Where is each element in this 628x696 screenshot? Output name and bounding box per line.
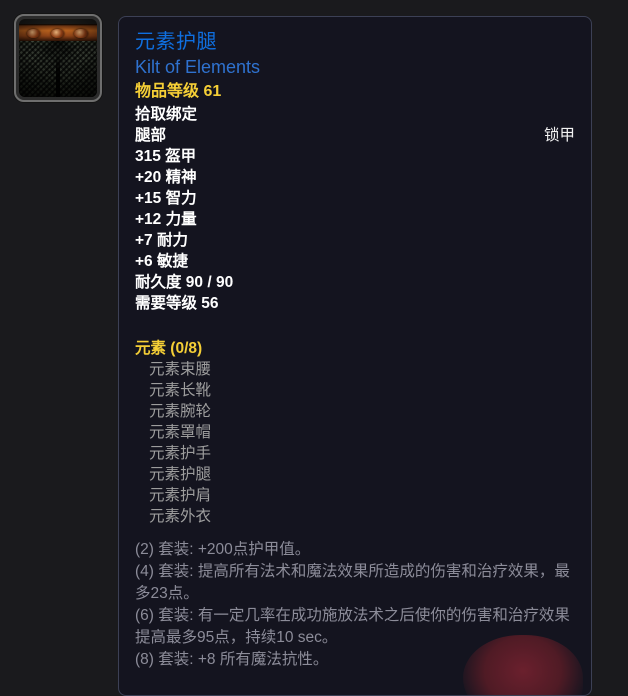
set-piece-item: 元素护腿 <box>149 466 212 483</box>
stat-agility: +6 敏捷 <box>135 253 188 270</box>
set-bonus-6pc: (6) 套装: 有一定几率在成功施放法术之后使你的伤害和治疗效果提高最多95点，… <box>135 607 570 646</box>
set-bonus-8pc: (8) 套装: +8 所有魔法抗性。 <box>135 651 329 668</box>
item-name-en: Kilt of Elements <box>135 57 261 77</box>
item-level: 物品等级 61 <box>135 83 222 100</box>
set-piece-item: 元素束腰 <box>149 361 212 378</box>
set-piece-item: 元素罩帽 <box>149 424 212 441</box>
set-piece-item: 元素外衣 <box>149 508 212 525</box>
stat-intellect: +15 智力 <box>135 190 197 207</box>
item-tooltip: 元素护腿 Kilt of Elements 物品等级 61 拾取绑定 腿部 锁甲… <box>118 16 592 696</box>
bind-type: 拾取绑定 <box>135 106 198 123</box>
stat-spirit: +20 精神 <box>135 169 197 186</box>
stat-strength: +12 力量 <box>135 211 197 228</box>
set-piece-item: 元素腕轮 <box>149 403 212 420</box>
set-piece-item: 元素长靴 <box>149 382 212 399</box>
set-bonus-2pc: (2) 套装: +200点护甲值。 <box>135 541 311 558</box>
set-header: 元素 (0/8) <box>135 340 203 357</box>
icon-vignette <box>19 19 97 97</box>
required-level: 需要等级 56 <box>135 295 219 312</box>
set-bonus-4pc: (4) 套装: 提高所有法术和魔法效果所造成的伤害和治疗效果，最多23点。 <box>135 563 570 602</box>
durability: 耐久度 90 / 90 <box>135 274 234 291</box>
slot-row: 腿部 锁甲 <box>135 125 575 146</box>
stat-stamina: +7 耐力 <box>135 232 188 249</box>
item-icon[interactable] <box>14 14 102 102</box>
item-name-cn: 元素护腿 <box>135 31 217 53</box>
set-piece-item: 元素护肩 <box>149 487 212 504</box>
armor-type: 锁甲 <box>543 127 575 144</box>
armor-value: 315 盔甲 <box>135 148 197 165</box>
set-piece-item: 元素护手 <box>149 445 212 462</box>
mail-leggings-icon <box>19 19 97 97</box>
equip-slot: 腿部 <box>135 127 167 144</box>
